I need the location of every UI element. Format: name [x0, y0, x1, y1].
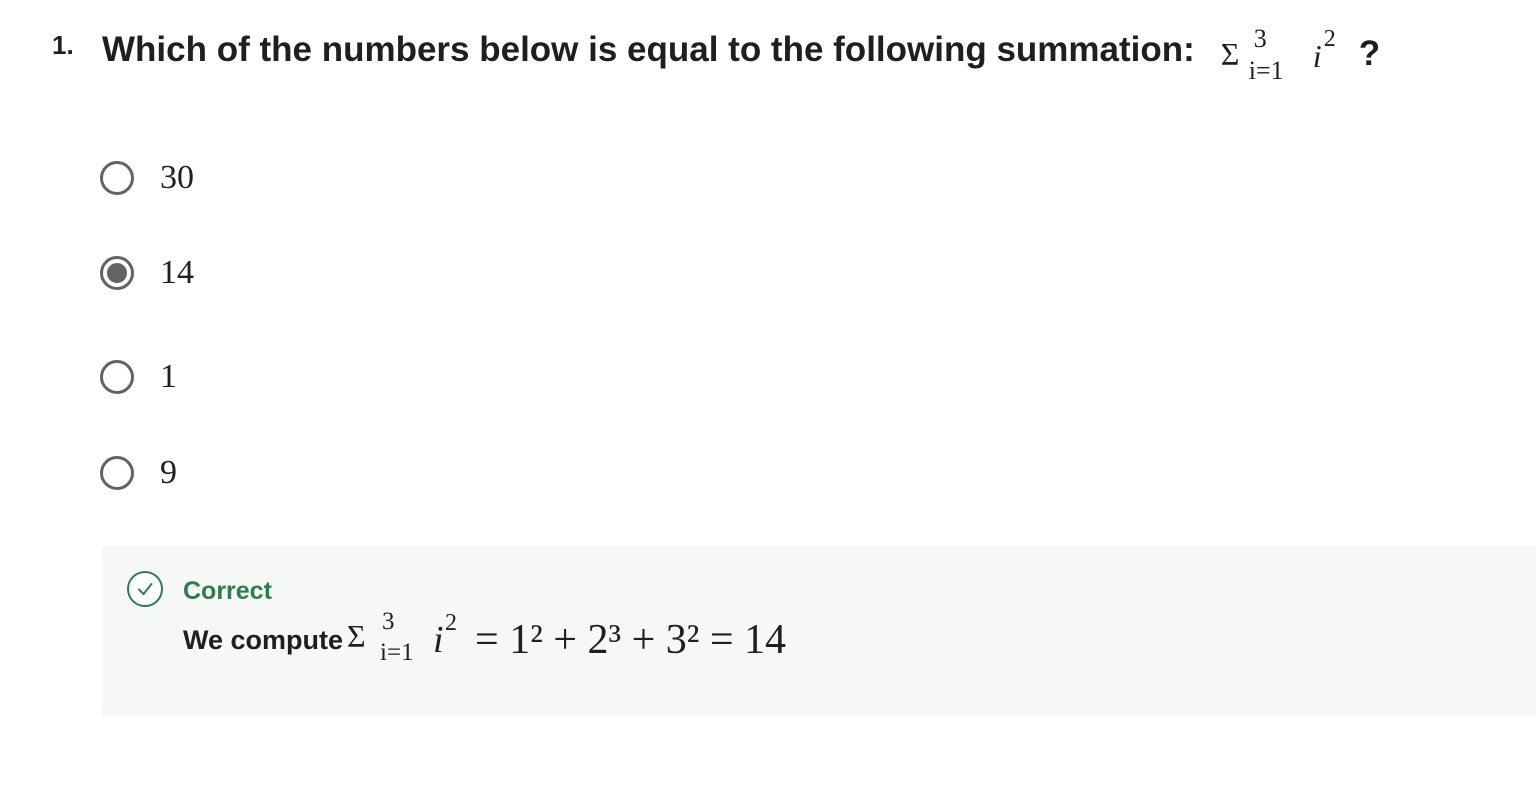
answer-option-14[interactable]: 14	[100, 253, 194, 293]
feedback-explanation: We compute Σ 3 i=1 i 2 = 1² + 2³ + 3² = …	[183, 608, 867, 672]
radio-button[interactable]	[100, 161, 134, 195]
radio-selected-dot	[107, 263, 127, 283]
option-label: 14	[160, 254, 194, 291]
answer-option-9[interactable]: 9	[100, 453, 177, 493]
question-number: 1.	[52, 30, 74, 60]
option-label: 1	[160, 358, 177, 395]
sum-exponent: 2	[445, 610, 458, 636]
sum-lower-limit: i=1	[380, 639, 414, 666]
explanation-formula: Σ 3 i=1 i 2 = 1² + 2³ + 3² = 14	[347, 608, 867, 672]
sum-variable: i	[433, 619, 444, 661]
sum-upper-limit: 3	[1253, 24, 1267, 53]
sum-lower-limit: i=1	[1248, 56, 1284, 85]
question-prompt: Which of the numbers below is equal to t…	[102, 24, 1380, 94]
answer-option-30[interactable]: 30	[100, 158, 194, 198]
sum-exponent: 2	[1323, 26, 1336, 52]
formula-expansion: = 1² + 2³ + 3² = 14	[475, 617, 787, 663]
option-label: 30	[160, 159, 194, 196]
checkmark-icon	[138, 583, 153, 595]
quiz-page: 1. Which of the numbers below is equal t…	[0, 0, 1536, 800]
question-summation: Σ 3 i=1 i 2 ?	[1220, 24, 1380, 94]
radio-button[interactable]	[100, 360, 134, 394]
sigma-symbol: Σ	[1220, 36, 1240, 72]
explanation-lead: We compute	[183, 625, 344, 655]
answer-option-1[interactable]: 1	[100, 357, 177, 397]
radio-button[interactable]	[100, 456, 134, 490]
option-label: 9	[160, 454, 177, 491]
check-circle-icon	[127, 571, 163, 607]
question-mark: ?	[1358, 34, 1381, 73]
feedback-panel: Correct We compute Σ 3 i=1 i 2 = 1² + 2³…	[102, 546, 1536, 716]
question-text: Which of the numbers below is equal to t…	[102, 30, 1195, 69]
sigma-symbol: Σ	[347, 618, 366, 654]
sum-upper-limit: 3	[382, 608, 395, 635]
sum-variable: i	[1312, 38, 1322, 74]
radio-button-selected[interactable]	[100, 256, 134, 290]
feedback-status: Correct	[183, 577, 272, 605]
